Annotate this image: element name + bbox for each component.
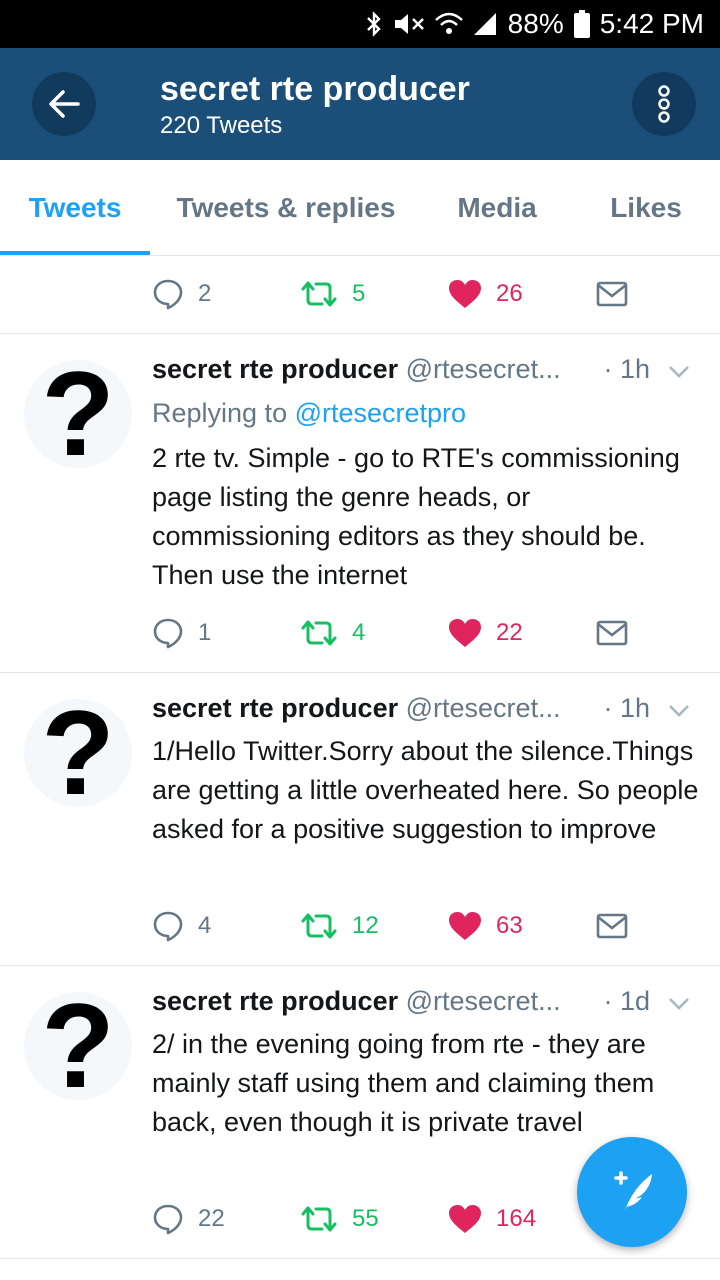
retweet-count: 4 — [352, 619, 366, 646]
like-button[interactable]: 22 — [448, 613, 523, 653]
more-vert-icon — [658, 85, 670, 123]
battery-icon — [573, 10, 590, 38]
retweet-button[interactable]: 12 — [300, 906, 379, 946]
wifi-icon — [434, 12, 463, 34]
author-name[interactable]: secret rte producer — [152, 693, 398, 723]
retweet-button[interactable]: 55 — [300, 1199, 379, 1239]
reply-count: 1 — [198, 619, 212, 646]
retweet-count: 12 — [352, 912, 379, 939]
direct-message-button[interactable] — [596, 906, 628, 946]
divider — [0, 1258, 720, 1259]
author-handle[interactable]: @rtesecret... — [406, 354, 561, 384]
like-count: 22 — [496, 619, 523, 646]
active-tab-indicator — [0, 251, 150, 255]
tweet-text: 2 rte tv. Simple - go to RTE's commissio… — [152, 443, 680, 590]
reply-button[interactable]: 1 — [152, 613, 211, 653]
reply-count: 4 — [198, 912, 212, 939]
bluetooth-icon — [366, 11, 381, 37]
heart-icon — [449, 912, 481, 940]
author-name[interactable]: secret rte producer — [152, 986, 398, 1016]
mail-icon — [596, 913, 628, 939]
reply-button[interactable]: 4 — [152, 906, 211, 946]
tweet-header: secret rte producer @rtesecret... · 1d — [152, 986, 692, 1022]
retweet-count: 55 — [352, 1205, 379, 1232]
profile-header: secret rte producer 220 Tweets — [0, 48, 720, 160]
reply-count: 22 — [198, 1205, 225, 1232]
reply-icon — [153, 618, 183, 649]
tweet-actions: 1 4 22 — [152, 613, 652, 653]
profile-name: secret rte producer — [160, 70, 470, 108]
chevron-down-icon[interactable] — [666, 697, 692, 723]
direct-message-button[interactable] — [596, 613, 628, 653]
chevron-down-icon[interactable] — [666, 990, 692, 1016]
heart-icon — [449, 1205, 481, 1233]
compose-tweet-icon — [614, 1171, 652, 1214]
avatar[interactable]: ? — [24, 354, 132, 474]
signal-icon — [473, 13, 496, 35]
mute-icon — [394, 14, 424, 34]
mention-link[interactable]: @rtesecretpro — [295, 398, 466, 428]
mail-icon — [596, 620, 628, 646]
status-bar: 88% 5:42 PM — [0, 0, 720, 48]
replying-to: Replying to @rtesecretpro — [152, 398, 466, 429]
heart-icon — [449, 619, 481, 647]
retweet-button[interactable]: 4 — [300, 613, 365, 653]
clock: 5:42 PM — [599, 8, 704, 39]
heart-icon — [449, 280, 481, 308]
reply-icon — [153, 1204, 183, 1235]
tab-tweets[interactable]: Tweets — [0, 160, 150, 256]
tweet-header: secret rte producer @rtesecret... · 1h — [152, 354, 692, 390]
compose-tweet-button[interactable] — [577, 1137, 687, 1247]
retweet-button[interactable]: 5 — [300, 274, 365, 314]
author-name[interactable]: secret rte producer — [152, 354, 398, 384]
battery-percent: 88% — [507, 8, 564, 39]
tweet-text: 1/Hello Twitter.Sorry about the silence.… — [152, 736, 699, 844]
tweet-count: 220 Tweets — [160, 112, 283, 139]
like-count: 63 — [496, 912, 523, 939]
tweet-time: · 1h — [603, 693, 650, 723]
retweet-icon — [301, 1206, 337, 1232]
like-count: 164 — [496, 1205, 537, 1232]
like-button[interactable]: 26 — [448, 274, 523, 314]
reply-icon — [153, 279, 183, 310]
reply-count: 2 — [198, 280, 212, 307]
like-button[interactable]: 63 — [448, 906, 523, 946]
reply-button[interactable]: 22 — [152, 1199, 225, 1239]
tweet-item[interactable]: ? secret rte producer @rtesecret... · 1h… — [0, 673, 720, 965]
reply-icon — [153, 911, 183, 942]
like-button[interactable]: 164 — [448, 1199, 536, 1239]
tweet-actions: 4 12 63 — [152, 906, 652, 946]
tweet-item[interactable]: ? secret rte producer @rtesecret... · 1h… — [0, 334, 720, 672]
tweet-header: secret rte producer @rtesecret... · 1h — [152, 693, 692, 729]
back-arrow-icon — [49, 90, 80, 118]
direct-message-button[interactable] — [596, 274, 628, 314]
tab-media[interactable]: Media — [422, 160, 572, 256]
author-handle[interactable]: @rtesecret... — [406, 693, 561, 723]
back-button[interactable] — [32, 72, 96, 136]
like-count: 26 — [496, 280, 523, 307]
profile-tabs: Tweets Tweets & replies Media Likes — [0, 160, 720, 256]
avatar[interactable]: ? — [24, 693, 132, 813]
reply-button[interactable]: 2 — [152, 274, 211, 314]
tab-tweets-and-replies[interactable]: Tweets & replies — [150, 160, 422, 256]
retweet-icon — [301, 913, 337, 939]
replying-to-label: Replying to — [152, 398, 295, 428]
chevron-down-icon[interactable] — [666, 358, 692, 384]
retweet-icon — [301, 281, 337, 307]
retweet-count: 5 — [352, 280, 366, 307]
status-icons — [364, 11, 498, 37]
partial-tweet-actions: 2 5 26 — [152, 274, 652, 314]
tweet-text: 2/ in the evening going from rte - they … — [152, 1029, 655, 1137]
author-handle[interactable]: @rtesecret... — [406, 986, 561, 1016]
more-options-button[interactable] — [632, 72, 696, 136]
avatar[interactable]: ? — [24, 986, 132, 1106]
tweet-time: · 1h — [603, 354, 650, 384]
mail-icon — [596, 281, 628, 307]
tweet-actions: 22 55 164 — [152, 1199, 652, 1239]
tweet-time: · 1d — [603, 986, 650, 1016]
tab-likes[interactable]: Likes — [572, 160, 720, 256]
retweet-icon — [301, 620, 337, 646]
